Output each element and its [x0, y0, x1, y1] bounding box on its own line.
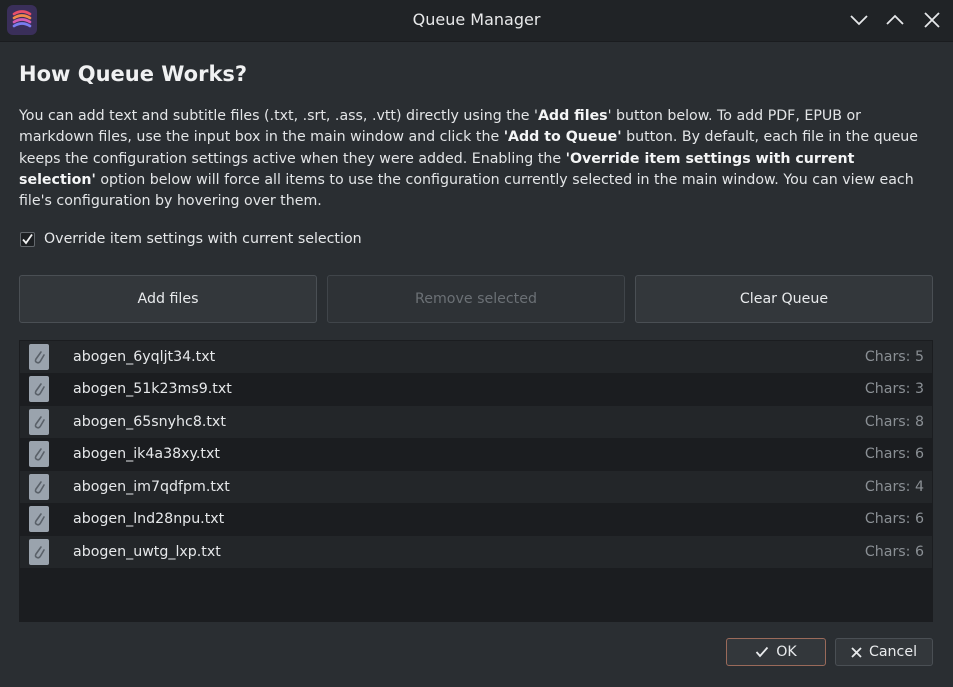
file-name: abogen_6yqljt34.txt: [73, 349, 216, 365]
title-bar[interactable]: Queue Manager: [0, 0, 953, 42]
maximize-icon[interactable]: [883, 8, 907, 32]
paperclip-icon: [29, 539, 49, 565]
file-name: abogen_ik4a38xy.txt: [73, 446, 220, 462]
checkmark-icon: [22, 233, 33, 244]
minimize-icon[interactable]: [847, 8, 871, 32]
file-name: abogen_uwtg_lxp.txt: [73, 544, 221, 560]
file-name: abogen_65snyhc8.txt: [73, 414, 226, 430]
desc-text-1: You can add text and subtitle files (.tx…: [19, 108, 538, 124]
desc-text-4: option below will force all items to use…: [19, 171, 914, 210]
file-chars: Chars: 6: [864, 544, 924, 560]
file-name: abogen_im7qdfpm.txt: [73, 479, 230, 495]
list-item[interactable]: abogen_lnd28npu.txt Chars: 6: [20, 503, 932, 535]
ok-button[interactable]: OK: [726, 638, 826, 666]
paperclip-icon: [29, 409, 49, 435]
ok-label: OK: [776, 644, 797, 660]
list-item[interactable]: abogen_51k23ms9.txt Chars: 3: [20, 373, 932, 405]
file-chars: Chars: 6: [864, 511, 924, 527]
override-label[interactable]: Override item settings with current sele…: [44, 231, 362, 247]
desc-bold-add-to-queue: 'Add to Queue': [503, 129, 622, 146]
queue-list[interactable]: abogen_6yqljt34.txt Chars: 5 abogen_51k2…: [19, 340, 933, 622]
paperclip-icon: [29, 376, 49, 402]
section-heading: How Queue Works?: [19, 62, 248, 86]
queue-description: You can add text and subtitle files (.tx…: [19, 106, 934, 212]
paperclip-icon: [29, 474, 49, 500]
list-item[interactable]: abogen_65snyhc8.txt Chars: 8: [20, 406, 932, 438]
file-chars: Chars: 6: [864, 446, 924, 462]
paperclip-icon: [29, 506, 49, 532]
paperclip-icon: [29, 344, 49, 370]
file-name: abogen_lnd28npu.txt: [73, 511, 225, 527]
desc-bold-add-files: Add files: [537, 108, 608, 124]
remove-selected-button[interactable]: Remove selected: [327, 275, 625, 323]
add-files-button[interactable]: Add files: [19, 275, 317, 323]
file-chars: Chars: 4: [864, 479, 924, 495]
file-chars: Chars: 3: [864, 381, 924, 397]
paperclip-icon: [29, 441, 49, 467]
close-icon[interactable]: [920, 8, 944, 32]
list-item[interactable]: abogen_uwtg_lxp.txt Chars: 6: [20, 536, 932, 568]
window-title: Queue Manager: [412, 10, 541, 29]
list-item[interactable]: abogen_6yqljt34.txt Chars: 5: [20, 341, 932, 373]
override-checkbox[interactable]: [20, 231, 35, 247]
close-icon: [851, 646, 862, 658]
check-icon: [755, 646, 769, 658]
cancel-button[interactable]: Cancel: [835, 638, 933, 666]
file-chars: Chars: 8: [864, 414, 924, 430]
file-name: abogen_51k23ms9.txt: [73, 381, 232, 397]
override-setting[interactable]: Override item settings with current sele…: [20, 229, 362, 249]
queue-manager-window: Queue Manager How Queue Works? You can a…: [0, 0, 953, 687]
list-item[interactable]: abogen_im7qdfpm.txt Chars: 4: [20, 471, 932, 503]
file-chars: Chars: 5: [864, 349, 924, 365]
clear-queue-button[interactable]: Clear Queue: [635, 275, 933, 323]
cancel-label: Cancel: [868, 644, 918, 660]
list-item[interactable]: abogen_ik4a38xy.txt Chars: 6: [20, 438, 932, 470]
